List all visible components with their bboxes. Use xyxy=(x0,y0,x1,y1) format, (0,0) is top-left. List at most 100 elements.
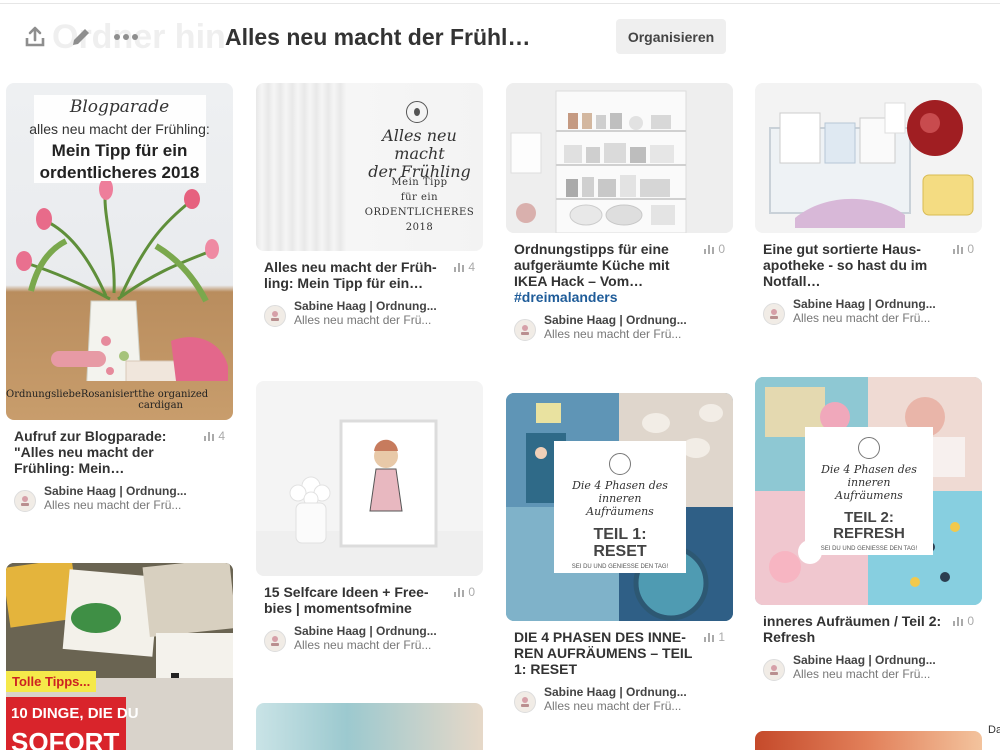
image-line: RESET xyxy=(593,543,647,560)
more-icon[interactable] xyxy=(113,24,139,50)
repin-count: 1 xyxy=(703,630,725,644)
board-name[interactable]: Alles neu macht der Frü... xyxy=(294,638,437,652)
pinner-name[interactable]: Sabine Haag | Ordnung... xyxy=(793,653,936,667)
image-line: ordentlicheres xyxy=(364,207,475,218)
top-divider xyxy=(0,3,1000,4)
pin-image[interactable] xyxy=(256,381,483,576)
repin-icon xyxy=(454,588,465,597)
pin-title[interactable]: Aufruf zur Blogparade: "Alles neu macht … xyxy=(14,428,194,476)
first-aid-box-illustration xyxy=(755,83,982,233)
pin-image[interactable]: Die 4 Phasen des inneren Aufräumens TEIL… xyxy=(506,393,733,621)
pencil-icon[interactable] xyxy=(68,24,94,50)
repin-icon xyxy=(953,617,964,626)
image-line: SOFORT xyxy=(11,727,120,750)
image-footer-text: Rosanisiert xyxy=(80,389,139,400)
pin-title[interactable]: DIE 4 PHASEN DES INNE-REN AUFRÄUMENS – T… xyxy=(514,629,694,677)
image-line: Mein Tipp für ein xyxy=(51,141,188,160)
avatar[interactable] xyxy=(763,303,785,325)
repin-count: 4 xyxy=(203,429,225,443)
repin-icon xyxy=(704,245,715,254)
avatar[interactable] xyxy=(264,305,286,327)
pinner-name[interactable]: Sabine Haag | Ordnung... xyxy=(44,484,187,498)
pin-image[interactable] xyxy=(506,83,733,233)
pin-card[interactable]: Eine gut sortierte Haus-apotheke - so ha… xyxy=(755,83,982,325)
repin-count-value: 4 xyxy=(468,260,475,274)
image-line: REFRESH xyxy=(833,525,905,542)
footer-text: Da xyxy=(988,724,1000,736)
pin-image[interactable]: Tolle Tipps... 10 DINGE, DIE DU SOFORT xyxy=(6,563,233,750)
pin-card[interactable]: Ordnungstipps für eine aufgeräumte Küche… xyxy=(506,83,733,341)
logo-badge-icon xyxy=(858,437,880,459)
pin-card[interactable]: Die 4 Phasen des inneren Aufräumens TEIL… xyxy=(755,377,982,681)
image-line: SEI DU UND GENIESSE DEN TAG! xyxy=(820,546,918,552)
pinner-name[interactable]: Sabine Haag | Ordnung... xyxy=(544,685,687,699)
pin-image-partial[interactable] xyxy=(256,703,483,750)
avatar[interactable] xyxy=(763,659,785,681)
script-line: Alles neu macht xyxy=(382,126,457,163)
pin-card[interactable]: Tolle Tipps... 10 DINGE, DIE DU SOFORT xyxy=(6,563,233,750)
repin-count: 4 xyxy=(453,260,475,274)
board-name[interactable]: Alles neu macht der Frü... xyxy=(44,498,187,512)
pin-card[interactable]: Blogparade alles neu macht der Frühling:… xyxy=(6,83,233,512)
image-line: TEIL 1: xyxy=(593,526,647,543)
pinner-name[interactable]: Sabine Haag | Ordnung... xyxy=(544,313,687,327)
repin-icon xyxy=(204,432,215,441)
board-name[interactable]: Alles neu macht der Frü... xyxy=(544,699,687,713)
repin-count: 0 xyxy=(453,585,475,599)
repin-count-value: 4 xyxy=(218,429,225,443)
image-footer-text: the organized cardigan xyxy=(138,389,209,411)
image-overlay-card: Die 4 Phasen des inneren Aufräumens TEIL… xyxy=(554,441,686,573)
repin-count-value: 1 xyxy=(718,630,725,644)
pin-image[interactable]: Die 4 Phasen des inneren Aufräumens TEIL… xyxy=(755,377,982,605)
avatar[interactable] xyxy=(14,490,36,512)
pin-card[interactable]: Die 4 Phasen des inneren Aufräumens TEIL… xyxy=(506,393,733,713)
board-name[interactable]: Alles neu macht der Frü... xyxy=(544,327,687,341)
selfcare-frame-illustration xyxy=(256,381,483,576)
pin-title[interactable]: 15 Selfcare Ideen + Free-bies | momentso… xyxy=(264,584,444,616)
pin-image[interactable] xyxy=(755,83,982,233)
curtain-decoration xyxy=(256,83,346,251)
board-name[interactable]: Alles neu macht der Frü... xyxy=(793,667,936,681)
image-footer-text: Ordnungsliebe xyxy=(6,389,81,400)
repin-count: 0 xyxy=(952,242,974,256)
pin-title[interactable]: Ordnungstipps für eine aufgeräumte Küche… xyxy=(514,241,694,305)
pin-title[interactable]: Alles neu macht der Früh-ling: Mein Tipp… xyxy=(264,259,444,291)
image-banner: Tolle Tipps... xyxy=(6,671,97,692)
image-line: 10 DINGE, DIE DU xyxy=(11,705,139,722)
avatar[interactable] xyxy=(264,630,286,652)
pinner-name[interactable]: Sabine Haag | Ordnung... xyxy=(294,299,437,313)
image-line: alles neu macht der Frühling: xyxy=(29,121,210,137)
script-line: Die 4 Phasen des inneren Aufräumens xyxy=(821,463,917,502)
pin-image-partial[interactable] xyxy=(755,731,982,750)
image-line: TEIL 2: xyxy=(844,509,894,526)
pin-card[interactable]: Alles neu macht der Frühling Mein Tipp f… xyxy=(256,83,483,327)
repin-count-value: 0 xyxy=(967,242,974,256)
script-line: Blogparade xyxy=(69,97,170,117)
pin-card[interactable]: 15 Selfcare Ideen + Free-bies | momentso… xyxy=(256,381,483,652)
bee-logo-icon xyxy=(406,101,428,123)
avatar[interactable] xyxy=(514,319,536,341)
image-overlay-card: Die 4 Phasen des inneren Aufräumens TEIL… xyxy=(805,427,933,555)
pinner-name[interactable]: Sabine Haag | Ordnung... xyxy=(793,297,936,311)
board-name[interactable]: Alles neu macht der Frü... xyxy=(793,311,936,325)
hashtag-link[interactable]: #dreimalanders xyxy=(514,289,618,305)
board-title: Alles neu macht der Frühl… xyxy=(225,24,531,50)
avatar[interactable] xyxy=(514,691,536,713)
pin-title[interactable]: inneres Aufräumen / Teil 2: Refresh xyxy=(763,613,943,645)
board-name[interactable]: Alles neu macht der Frü... xyxy=(294,313,437,327)
pin-image[interactable]: Alles neu macht der Frühling Mein Tipp f… xyxy=(256,83,483,251)
image-line: Mein Tipp xyxy=(391,177,448,188)
organize-button[interactable]: Organisieren xyxy=(616,19,726,54)
repin-count: 0 xyxy=(703,242,725,256)
tulip-illustration xyxy=(16,181,228,381)
repin-icon xyxy=(953,245,964,254)
repin-icon xyxy=(704,633,715,642)
image-line: ordentlicheres 2018 xyxy=(39,163,200,182)
image-line: SEI DU UND GENIESSE DEN TAG! xyxy=(571,564,669,570)
pinner-name[interactable]: Sabine Haag | Ordnung... xyxy=(294,624,437,638)
pin-title[interactable]: Eine gut sortierte Haus-apotheke - so ha… xyxy=(763,241,943,289)
logo-badge-icon xyxy=(609,453,631,475)
upload-icon[interactable] xyxy=(22,24,48,50)
pin-image[interactable]: Blogparade alles neu macht der Frühling:… xyxy=(6,83,233,420)
kitchen-shelf-illustration xyxy=(506,83,733,233)
